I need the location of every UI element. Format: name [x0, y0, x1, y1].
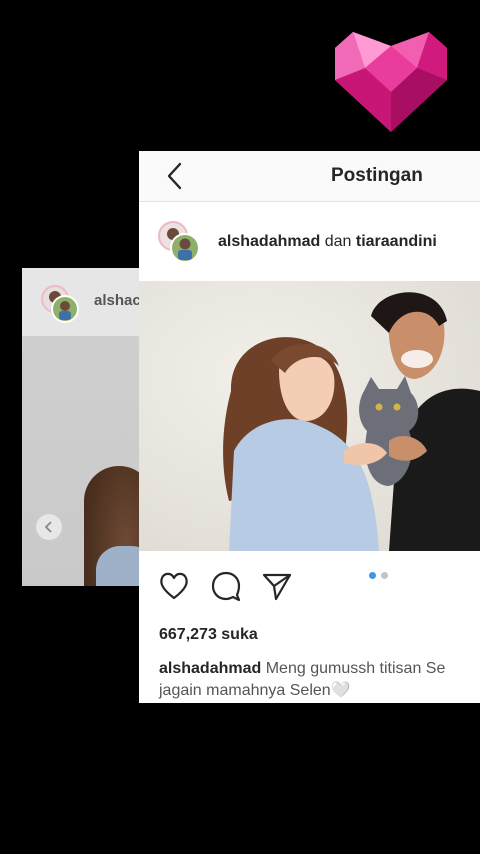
post-username-1[interactable]: alshadahmad [218, 233, 320, 250]
background-post-card: alshac [22, 268, 140, 586]
post-photo-illustration [223, 292, 480, 551]
post-username-2[interactable]: tiaraandini [356, 233, 437, 250]
top-bar: Postingan [139, 151, 480, 202]
post-username-joiner: dan [324, 233, 352, 250]
caption-text-line1: Meng gumussh titisan Se [265, 660, 446, 677]
background-username: alshac [94, 292, 140, 309]
carousel-indicator [369, 572, 388, 579]
post-photo[interactable] [139, 281, 480, 551]
post-caption: alshadahmad Meng gumussh titisan Se jaga… [159, 658, 480, 702]
page-title: Postingan [331, 165, 423, 186]
background-previous-button[interactable] [36, 514, 62, 540]
background-post-header: alshac [22, 268, 140, 336]
comment-icon[interactable] [209, 569, 243, 603]
post-avatar-stack[interactable] [157, 220, 203, 264]
background-post-photo [22, 336, 140, 586]
carousel-dot [381, 572, 388, 579]
background-photo-shirt [96, 546, 140, 586]
like-count[interactable]: 667,273 suka [159, 626, 258, 644]
background-avatar-stack [41, 285, 79, 323]
caption-username[interactable]: alshadahmad [159, 660, 261, 677]
post-usernames: alshadahmad dan tiaraandini [218, 233, 437, 251]
back-arrow-icon[interactable] [161, 161, 191, 191]
share-send-icon[interactable] [260, 569, 294, 603]
white-heart-emoji: 🤍 [330, 682, 351, 699]
heart-sticker-icon [335, 32, 447, 132]
post-header: alshadahmad dan tiaraandini [139, 202, 480, 280]
chevron-left-icon [44, 521, 52, 533]
caption-text-line2: jagain mamahnya Selen [159, 682, 331, 699]
like-heart-icon[interactable] [157, 569, 191, 603]
post-actions [139, 569, 480, 609]
post-card: Postingan alshadahmad dan tiaraandini 66… [139, 151, 480, 703]
carousel-dot-active [369, 572, 376, 579]
